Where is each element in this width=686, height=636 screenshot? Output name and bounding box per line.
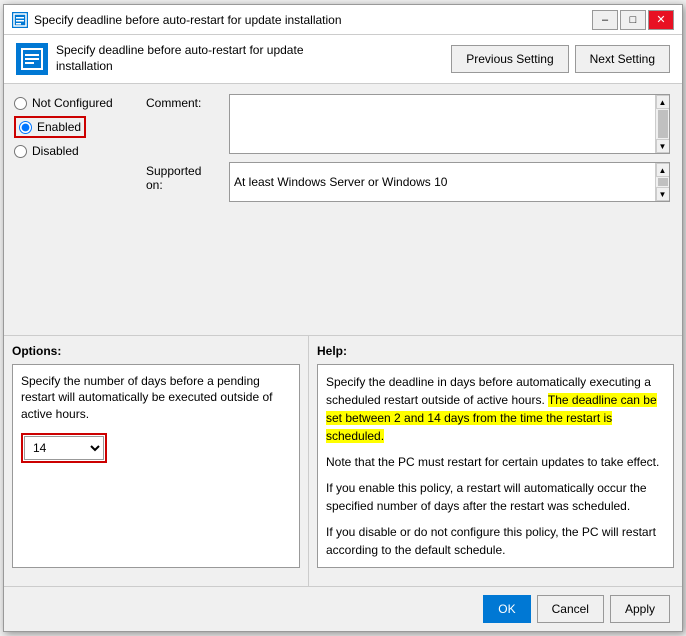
options-description: Specify the number of days before a pend… bbox=[21, 373, 291, 423]
scrollbar-down-arrow[interactable]: ▼ bbox=[656, 139, 670, 153]
disabled-radio[interactable] bbox=[14, 145, 27, 158]
dialog-icon bbox=[12, 12, 28, 28]
disabled-option[interactable]: Disabled bbox=[14, 144, 124, 158]
supported-label: Supported on: bbox=[146, 162, 221, 192]
comment-row: Comment: ▲ ▼ bbox=[146, 94, 670, 154]
comment-box: ▲ ▼ bbox=[229, 94, 670, 154]
enabled-label: Enabled bbox=[37, 120, 81, 134]
enabled-option[interactable]: Enabled bbox=[19, 120, 81, 134]
left-panel: Not Configured Enabled Disabled bbox=[4, 84, 134, 335]
scrollbar-thumb[interactable] bbox=[658, 110, 668, 138]
maximize-button[interactable]: □ bbox=[620, 10, 646, 30]
dropdown-highlight-box: 14 2 3 4 5 6 7 8 9 10 11 12 13 bbox=[21, 433, 107, 463]
supported-scrollbar-thumb[interactable] bbox=[658, 178, 668, 186]
header-bar: Specify deadline before auto-restart for… bbox=[4, 35, 682, 84]
not-configured-radio[interactable] bbox=[14, 97, 27, 110]
days-dropdown[interactable]: 14 2 3 4 5 6 7 8 9 10 11 12 13 bbox=[24, 436, 104, 460]
supported-scrollbar-up[interactable]: ▲ bbox=[656, 163, 670, 177]
next-setting-button[interactable]: Next Setting bbox=[575, 45, 670, 73]
help-paragraph-1: Specify the deadline in days before auto… bbox=[326, 373, 665, 445]
dialog-footer: OK Cancel Apply bbox=[4, 586, 682, 631]
header-buttons: Previous Setting Next Setting bbox=[451, 45, 670, 73]
main-content: Not Configured Enabled Disabled Comment: bbox=[4, 84, 682, 335]
help-box[interactable]: Specify the deadline in days before auto… bbox=[317, 364, 674, 569]
supported-scrollbar[interactable]: ▲ ▼ bbox=[655, 163, 669, 201]
options-desc-text: Specify the number of days before a pend… bbox=[21, 374, 272, 422]
comment-label: Comment: bbox=[146, 94, 221, 110]
cancel-button[interactable]: Cancel bbox=[537, 595, 604, 623]
enabled-highlight-box: Enabled bbox=[14, 116, 86, 138]
help-paragraph-5: If any of the following two policies are… bbox=[326, 567, 665, 569]
help-paragraph-2: Note that the PC must restart for certai… bbox=[326, 453, 665, 471]
help-paragraph-4: If you disable or do not configure this … bbox=[326, 523, 665, 559]
help-panel: Help: Specify the deadline in days befor… bbox=[309, 336, 682, 587]
supported-row: Supported on: At least Windows Server or… bbox=[146, 162, 670, 202]
options-panel: Options: Specify the number of days befo… bbox=[4, 336, 309, 587]
not-configured-label: Not Configured bbox=[32, 96, 113, 110]
help-label: Help: bbox=[317, 344, 674, 358]
options-label: Options: bbox=[12, 344, 300, 358]
supported-value: At least Windows Server or Windows 10 bbox=[234, 175, 447, 189]
header-icon bbox=[16, 43, 48, 75]
supported-on-box: At least Windows Server or Windows 10 ▲ … bbox=[229, 162, 670, 202]
title-bar: Specify deadline before auto-restart for… bbox=[4, 5, 682, 35]
ok-button[interactable]: OK bbox=[483, 595, 530, 623]
title-bar-text: Specify deadline before auto-restart for… bbox=[34, 13, 586, 27]
header-left: Specify deadline before auto-restart for… bbox=[16, 43, 451, 75]
title-bar-controls: – □ ✕ bbox=[592, 10, 674, 30]
disabled-label: Disabled bbox=[32, 144, 79, 158]
help-paragraph-3: If you enable this policy, a restart wil… bbox=[326, 479, 665, 515]
comment-textarea[interactable] bbox=[230, 95, 655, 153]
scrollbar-up-arrow[interactable]: ▲ bbox=[656, 95, 670, 109]
right-panel: Comment: ▲ ▼ Supported on: At least Wind… bbox=[134, 84, 682, 335]
minimize-button[interactable]: – bbox=[592, 10, 618, 30]
options-help-section: Options: Specify the number of days befo… bbox=[4, 335, 682, 587]
not-configured-option[interactable]: Not Configured bbox=[14, 96, 124, 110]
close-button[interactable]: ✕ bbox=[648, 10, 674, 30]
apply-button[interactable]: Apply bbox=[610, 595, 670, 623]
comment-scrollbar[interactable]: ▲ ▼ bbox=[655, 95, 669, 153]
enabled-radio[interactable] bbox=[19, 121, 32, 134]
supported-scrollbar-down[interactable]: ▼ bbox=[656, 187, 670, 201]
options-box: Specify the number of days before a pend… bbox=[12, 364, 300, 569]
dialog-window: Specify deadline before auto-restart for… bbox=[3, 4, 683, 632]
previous-setting-button[interactable]: Previous Setting bbox=[451, 45, 568, 73]
header-title: Specify deadline before auto-restart for… bbox=[56, 43, 356, 74]
